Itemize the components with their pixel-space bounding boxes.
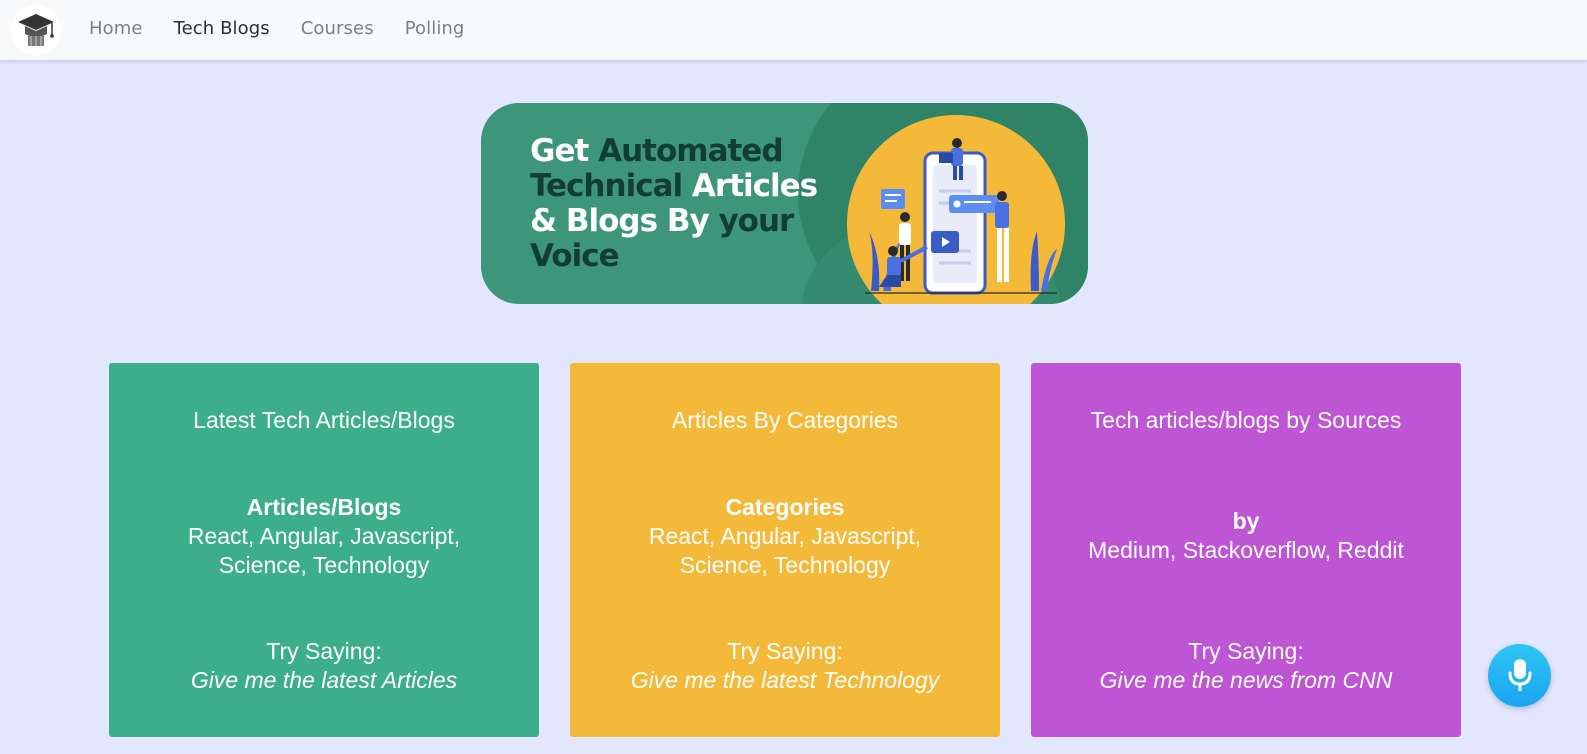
card-body: Articles/Blogs React, Angular, Javascrip… — [109, 493, 539, 580]
nav-link-polling[interactable]: Polling — [405, 18, 465, 39]
banner-text-part: Voice — [530, 238, 620, 274]
voice-command-example: Give me the latest Technology — [630, 667, 940, 693]
navbar: Home Tech Blogs Courses Polling — [0, 0, 1587, 61]
hero-banner: Get Automated Technical Articles & Blogs… — [481, 103, 1088, 304]
card-try-saying: Try Saying: Give me the latest Articles — [109, 637, 539, 695]
card-items: React, Angular, Javascript, Science, Tec… — [648, 523, 922, 578]
try-saying-label: Try Saying: — [1188, 638, 1304, 664]
banner-headline: Get Automated Technical Articles & Blogs… — [530, 133, 818, 274]
try-saying-label: Try Saying: — [727, 638, 843, 664]
banner-text-part: & Blogs By — [530, 203, 719, 239]
card-articles-by-categories[interactable]: Articles By Categories Categories React,… — [570, 363, 1000, 737]
banner-text-part: Automated — [598, 133, 783, 169]
voice-command-example: Give me the news from CNN — [1099, 667, 1393, 693]
card-items: React, Angular, Javascript, Science, Tec… — [187, 523, 461, 578]
card-title: Tech articles/blogs by Sources — [1090, 407, 1402, 433]
card-try-saying: Try Saying: Give me the news from CNN — [1031, 637, 1461, 695]
logo-graduation-cap-icon[interactable] — [11, 5, 61, 55]
banner-text-part: Articles — [691, 168, 818, 204]
card-title: Latest Tech Articles/Blogs — [193, 407, 455, 433]
microphone-icon — [1508, 658, 1531, 691]
card-latest-articles[interactable]: Latest Tech Articles/Blogs Articles/Blog… — [109, 363, 539, 737]
card-items: Medium, Stackoverflow, Reddit — [1088, 537, 1404, 563]
try-saying-label: Try Saying: — [266, 638, 382, 664]
nav-links: Home Tech Blogs Courses Polling — [89, 0, 495, 57]
voice-command-example: Give me the latest Articles — [190, 667, 458, 693]
nav-link-home[interactable]: Home — [89, 18, 143, 39]
banner-text-part: Get — [530, 133, 599, 169]
card-body: Categories React, Angular, Javascript, S… — [570, 493, 1000, 580]
banner-text-part: your — [718, 203, 794, 239]
nav-link-courses[interactable]: Courses — [301, 18, 374, 39]
card-heading: by — [1232, 508, 1260, 534]
voice-assistant-button[interactable] — [1488, 644, 1551, 707]
card-body: by Medium, Stackoverflow, Reddit — [1031, 507, 1461, 565]
banner-text-part: Technical — [530, 168, 692, 204]
card-title: Articles By Categories — [671, 407, 899, 433]
nav-link-tech-blogs[interactable]: Tech Blogs — [174, 18, 270, 39]
card-try-saying: Try Saying: Give me the latest Technolog… — [570, 637, 1000, 695]
card-heading: Articles/Blogs — [246, 494, 402, 520]
card-articles-by-sources[interactable]: Tech articles/blogs by Sources by Medium… — [1031, 363, 1461, 737]
card-heading: Categories — [725, 494, 845, 520]
banner-illustration — [865, 138, 1057, 295]
